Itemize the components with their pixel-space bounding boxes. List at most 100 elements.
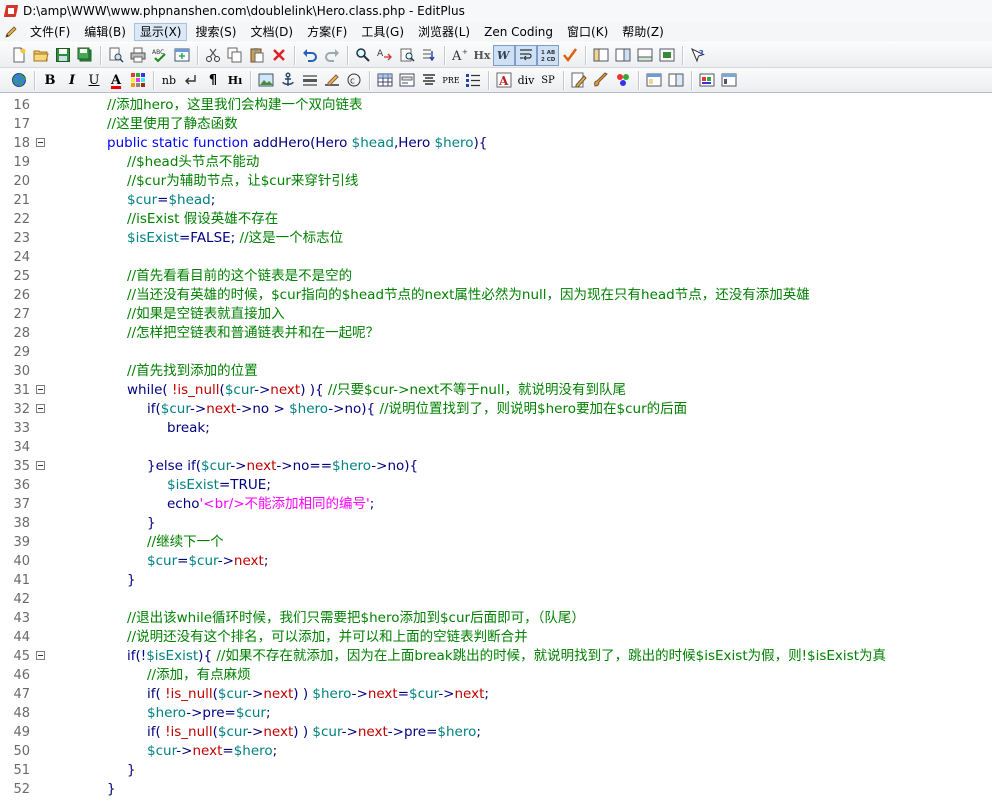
undo-icon[interactable] <box>299 45 321 66</box>
code-line[interactable]: 16 //添加hero，这里我们会构建一个双向链表 <box>0 96 992 115</box>
print-preview-icon[interactable] <box>105 45 127 66</box>
list-icon[interactable] <box>462 70 484 91</box>
delete-icon[interactable] <box>268 45 290 66</box>
copy-icon[interactable] <box>224 45 246 66</box>
code-line[interactable]: 22 //isExist 假设英雄不存在 <box>0 210 992 229</box>
table-icon[interactable] <box>374 70 396 91</box>
find-in-files-icon[interactable] <box>396 45 418 66</box>
menu-edit[interactable]: 编辑(B) <box>78 23 132 41</box>
special-char-icon[interactable]: c <box>343 70 365 91</box>
anchor-icon[interactable] <box>277 70 299 91</box>
pre-button[interactable]: PRE <box>440 70 462 91</box>
code-line[interactable]: 46 //添加，有点麻烦 <box>0 666 992 685</box>
html-toolbar-brush-icon[interactable] <box>590 70 612 91</box>
code-line[interactable]: 28 //怎样把空链表和普通链表并和在一起呢？ <box>0 324 992 343</box>
code-line[interactable]: 42 <box>0 590 992 609</box>
menu-window[interactable]: 窗口(K) <box>561 23 614 41</box>
code-line[interactable]: 34 <box>0 438 992 457</box>
menu-zen-coding[interactable]: Zen Coding <box>478 23 559 41</box>
menu-document[interactable]: 文档(D) <box>244 23 299 41</box>
preview-browser-icon[interactable] <box>696 70 718 91</box>
code-line[interactable]: 30 //首先找到添加的位置 <box>0 362 992 381</box>
menu-tools[interactable]: 工具(G) <box>355 23 410 41</box>
window-icon[interactable] <box>718 70 740 91</box>
image-icon[interactable] <box>255 70 277 91</box>
open-folder-icon[interactable] <box>30 45 52 66</box>
toggle-panel-icon[interactable] <box>643 70 665 91</box>
cut-icon[interactable] <box>202 45 224 66</box>
line-break-icon[interactable] <box>180 70 202 91</box>
underline-button[interactable]: U <box>83 70 105 91</box>
menu-view[interactable]: 显示(X) <box>133 23 188 41</box>
redo-icon[interactable] <box>321 45 343 66</box>
code-line[interactable]: 23 $isExist=FALSE; //这是一个标志位 <box>0 229 992 248</box>
fold-collapse-icon[interactable] <box>36 385 45 394</box>
fullscreen-icon[interactable] <box>656 45 678 66</box>
code-line[interactable]: 36 $isExist=TRUE; <box>0 476 992 495</box>
css-edit-icon[interactable] <box>568 70 590 91</box>
menu-help[interactable]: 帮助(Z) <box>616 23 670 41</box>
word-wrap-icon[interactable]: W <box>493 44 515 66</box>
code-line[interactable]: 37 echo'<br/>不能添加相同的编号'; <box>0 495 992 514</box>
fold-collapse-icon[interactable] <box>36 138 45 147</box>
code-line[interactable]: 32 if($cur->next->no > $hero->no){ //说明位置… <box>0 400 992 419</box>
new-file-icon[interactable] <box>8 45 30 66</box>
code-line[interactable]: 20 //$cur为辅助节点，让$cur来穿针引线 <box>0 172 992 191</box>
fold-collapse-icon[interactable] <box>36 461 45 470</box>
cliptext-window-icon[interactable] <box>612 45 634 66</box>
globe-icon[interactable] <box>8 70 30 91</box>
split-window-icon[interactable] <box>665 70 687 91</box>
menu-browser[interactable]: 浏览器(L) <box>412 23 476 41</box>
fold-collapse-icon[interactable] <box>36 404 45 413</box>
bold-button[interactable]: B <box>39 70 61 91</box>
code-line[interactable]: 29 <box>0 343 992 362</box>
italic-button[interactable]: I <box>61 70 83 91</box>
center-align-icon[interactable] <box>418 70 440 91</box>
form-icon[interactable] <box>396 70 418 91</box>
color-picker-icon[interactable] <box>612 70 634 91</box>
code-line[interactable]: 49 if( !is_null($cur->next) ) $cur->next-… <box>0 723 992 742</box>
line-number-icon[interactable]: 1 AB 2 CD <box>537 44 559 66</box>
code-line[interactable]: 17 //这里使用了静态函数 <box>0 115 992 134</box>
code-line[interactable]: 26 //当还没有英雄的时候，$cur指向的$head节点的next属性必然为nu… <box>0 286 992 305</box>
code-line[interactable]: 48 $hero->pre=$cur; <box>0 704 992 723</box>
code-line[interactable]: 44 //说明还没有这个排名，可以添加，并可以和上面的空链表判断合并 <box>0 628 992 647</box>
code-line[interactable]: 18 public static function addHero(Hero $h… <box>0 134 992 153</box>
font-color-button[interactable]: A <box>105 70 127 91</box>
checkmark-icon[interactable] <box>559 45 581 66</box>
code-line[interactable]: 52} <box>0 780 992 799</box>
paste-icon[interactable] <box>246 45 268 66</box>
code-line[interactable]: 27 //如果是空链表就直接加入 <box>0 305 992 324</box>
font-size-icon[interactable]: A + <box>449 45 471 66</box>
code-line[interactable]: 31 while( !is_null($cur->next) ){ //只要$cu… <box>0 381 992 400</box>
code-line[interactable]: 21 $cur=$head; <box>0 191 992 210</box>
print-icon[interactable] <box>127 45 149 66</box>
spellcheck-icon[interactable]: ABC <box>149 45 171 66</box>
browser-view-icon[interactable] <box>171 45 193 66</box>
code-line[interactable]: 51} <box>0 761 992 780</box>
code-line[interactable]: 24 <box>0 248 992 267</box>
code-line[interactable]: 33 break; <box>0 419 992 438</box>
code-line[interactable]: 50 $cur->next=$hero; <box>0 742 992 761</box>
menu-file[interactable]: 文件(F) <box>24 23 76 41</box>
menu-project[interactable]: 方案(F) <box>301 23 353 41</box>
fold-collapse-icon[interactable] <box>36 651 45 660</box>
code-line[interactable]: 39 //继续下一个 <box>0 533 992 552</box>
menu-search[interactable]: 搜索(S) <box>189 23 242 41</box>
directory-window-icon[interactable] <box>590 45 612 66</box>
code-line[interactable]: 40 $cur=$cur->next; <box>0 552 992 571</box>
wrap-lines-icon[interactable] <box>515 44 537 66</box>
code-line[interactable]: 38} <box>0 514 992 533</box>
code-line[interactable]: 41} <box>0 571 992 590</box>
div-button[interactable]: div <box>515 70 537 91</box>
code-line[interactable]: 19 //$head头节点不能动 <box>0 153 992 172</box>
code-line[interactable]: 45 if(!$isExist){ //如果不存在就添加，因为在上面break跳出… <box>0 647 992 666</box>
code-line[interactable]: 35}else if($cur->next->no==$hero->no){ <box>0 457 992 476</box>
code-line[interactable]: 47 if( !is_null($cur->next) ) $hero->next… <box>0 685 992 704</box>
nbsp-button[interactable]: nb <box>158 70 180 91</box>
color-grid-icon[interactable] <box>127 70 149 91</box>
span-button[interactable]: SP <box>537 70 559 91</box>
paragraph-button[interactable]: ¶ <box>202 70 224 91</box>
heading-button[interactable]: Hı <box>224 70 246 91</box>
replace-icon[interactable]: A <box>374 45 396 66</box>
